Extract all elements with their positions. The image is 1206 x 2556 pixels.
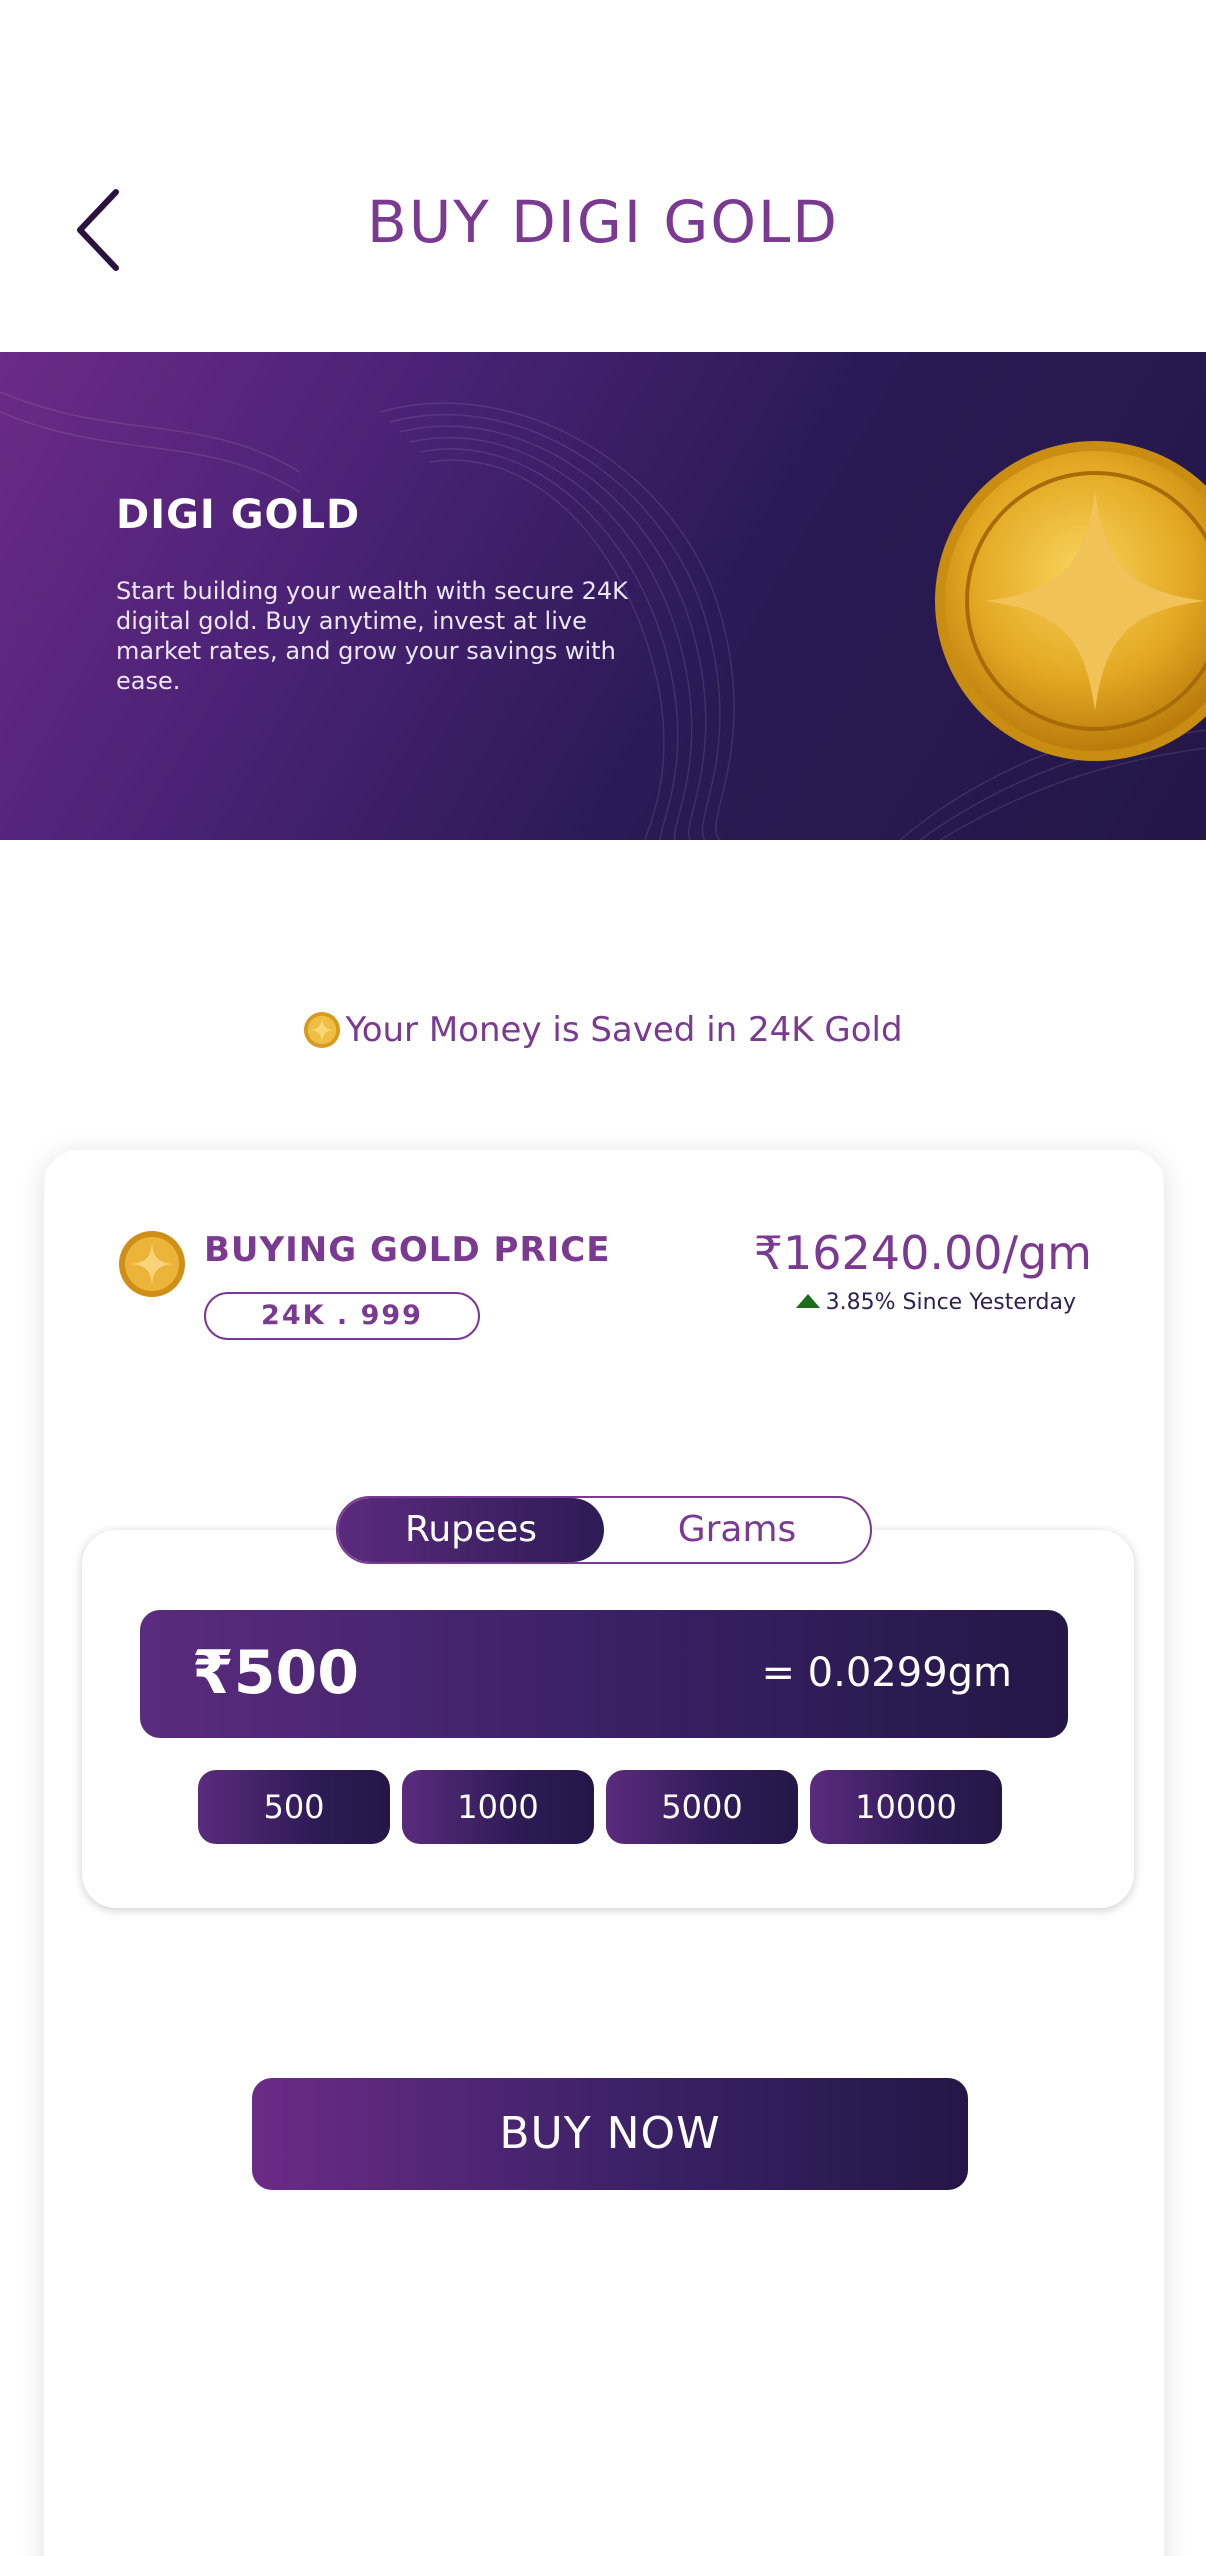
quick-amount-button[interactable]: 10000 (810, 1770, 1002, 1844)
gold-coin-icon (304, 1011, 341, 1049)
quick-amount-row: 500 1000 5000 10000 (198, 1770, 1002, 1844)
price-change: 3.85% Since Yesterday (795, 1290, 1076, 1315)
up-arrow-icon (795, 1294, 820, 1308)
digi-gold-banner: DIGI GOLD Start building your wealth wit… (0, 352, 1206, 840)
amount-panel: ₹500 = 0.0299gm 500 1000 5000 10000 (82, 1530, 1134, 1908)
grams-equivalent: = 0.0299gm (761, 1650, 1012, 1696)
price-change-text: 3.85% Since Yesterday (825, 1290, 1076, 1315)
quick-amount-button[interactable]: 1000 (402, 1770, 594, 1844)
gold-coin-icon (119, 1231, 185, 1297)
buy-gold-card: BUYING GOLD PRICE 24K . 999 ₹16240.00/gm… (44, 1150, 1164, 2556)
buy-now-button[interactable]: BUY NOW (252, 2078, 968, 2190)
banner-title: DIGI GOLD (116, 492, 361, 538)
saved-in-gold-note: Your Money is Saved in 24K Gold (0, 1010, 1206, 1050)
buy-digi-gold-screen: BUY DIGI GOLD DIGI GOLD Start building y… (0, 0, 1206, 2556)
quick-amount-button[interactable]: 5000 (606, 1770, 798, 1844)
unit-toggle: Rupees Grams (336, 1496, 872, 1564)
banner-description: Start building your wealth with secure 2… (116, 577, 628, 695)
gold-coin-icon (935, 441, 1206, 761)
price-label: BUYING GOLD PRICE (204, 1230, 611, 1270)
gold-price-value: ₹16240.00/gm (753, 1226, 1092, 1280)
tab-rupees[interactable]: Rupees (338, 1498, 604, 1562)
amount-value: ₹500 (192, 1638, 359, 1708)
tab-grams[interactable]: Grams (604, 1498, 870, 1562)
page-title: BUY DIGI GOLD (367, 188, 839, 256)
saved-in-gold-text: Your Money is Saved in 24K Gold (345, 1010, 903, 1050)
purity-badge: 24K . 999 (204, 1292, 480, 1340)
quick-amount-button[interactable]: 500 (198, 1770, 390, 1844)
amount-input[interactable]: ₹500 = 0.0299gm (140, 1610, 1068, 1738)
